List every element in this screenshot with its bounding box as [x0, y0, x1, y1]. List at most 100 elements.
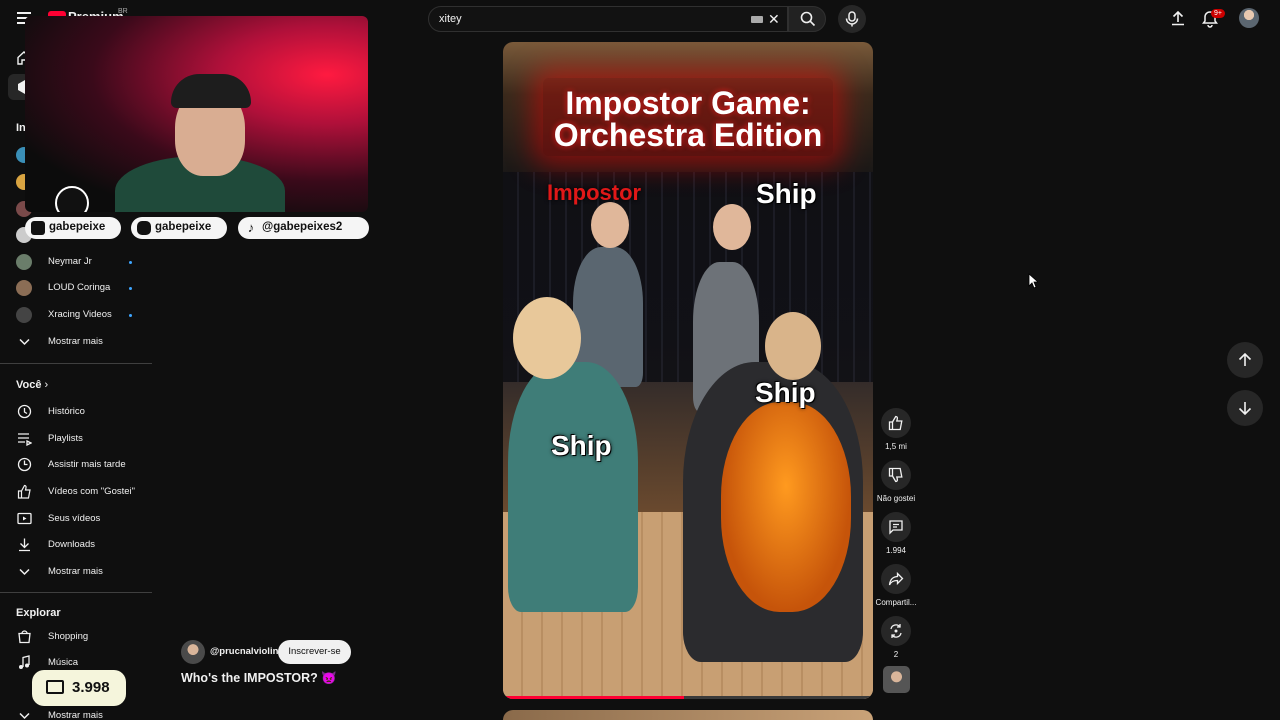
webcam-person-cap [171, 74, 251, 108]
sidebar-item-liked-videos[interactable]: Vídeos com "Gostei" [0, 481, 150, 503]
you-heading[interactable]: Você › [16, 379, 48, 391]
sidebar-item-watch-later[interactable]: Assistir mais tarde [0, 454, 150, 476]
chevron-down-icon [19, 338, 30, 346]
social-handle: gabepeixe [49, 221, 106, 233]
explore-heading: Explorar [16, 607, 61, 619]
ship-label-top: Ship [756, 178, 817, 209]
remix-count: 2 [893, 650, 899, 659]
social-tiktok: ♪ @gabepeixes2 [238, 217, 369, 239]
sidebar-item-label: Shopping [48, 631, 89, 642]
sidebar-item-show-more-explore[interactable]: Mostrar mais [0, 705, 150, 720]
sidebar-item-label: Mostrar mais [48, 710, 103, 720]
share-label: Compartil... [875, 598, 917, 607]
sidebar-divider [0, 363, 152, 364]
search-query[interactable]: xitey [439, 13, 462, 25]
sidebar-item-show-more-you[interactable]: Mostrar mais [0, 561, 150, 583]
new-content-dot [129, 287, 132, 290]
musician-head [513, 297, 581, 379]
sidebar-item-your-videos[interactable]: Seus vídeos [0, 508, 150, 530]
streamer-webcam [25, 16, 368, 212]
sidebar-item-playlists[interactable]: Playlists [0, 428, 150, 450]
next-short-button[interactable] [1227, 390, 1263, 426]
search-icon [800, 11, 816, 27]
instagram-icon [137, 221, 151, 235]
dislike-label: Não gostei [876, 494, 916, 503]
remix-button[interactable] [881, 616, 911, 646]
new-content-dot [129, 314, 132, 317]
sidebar-item-label: Mostrar mais [48, 336, 103, 347]
sidebar-item-label: Neymar Jr [48, 256, 92, 267]
chevron-down-icon [19, 712, 30, 720]
search-button[interactable] [788, 6, 826, 32]
sidebar-item-label: LOUD Coringa [48, 282, 111, 293]
sidebar-item-label: Música [48, 657, 79, 668]
musician-head [765, 312, 821, 380]
channel-avatar [16, 280, 32, 296]
playlists-icon [18, 433, 32, 446]
stream-logo-icon [55, 186, 89, 212]
thumb-up-icon [888, 415, 903, 431]
sidebar-item-label: Assistir mais tarde [48, 459, 126, 470]
notification-badge: 9+ [1211, 9, 1225, 18]
sidebar-item-history[interactable]: Histórico [0, 401, 150, 423]
remix-icon [890, 624, 902, 638]
like-button[interactable] [881, 408, 911, 438]
logo-country-code: BR [118, 8, 128, 15]
ship-label-left: Ship [551, 430, 612, 461]
share-icon [888, 571, 904, 586]
comment-icon [889, 520, 903, 535]
ticket-count: 3.998 [72, 679, 110, 696]
account-avatar[interactable] [1239, 8, 1259, 28]
impostor-label: Impostor [547, 180, 642, 205]
ship-label-middle: Ship [755, 377, 816, 408]
musician-head [591, 202, 629, 248]
social-handle: @gabepeixes2 [262, 221, 343, 233]
previous-short-button[interactable] [1227, 342, 1263, 378]
youtube-icon [31, 221, 45, 235]
sidebar-item-shopping[interactable]: Shopping [0, 626, 150, 648]
cello [721, 402, 851, 612]
arrow-down-icon [1238, 402, 1252, 415]
comments-button[interactable] [881, 512, 911, 542]
clock-icon [17, 457, 32, 472]
search-input[interactable]: xitey ✕ [428, 6, 788, 32]
musician-head [713, 204, 751, 250]
sidebar-item-label: Seus vídeos [48, 513, 101, 524]
channel-avatar [16, 307, 32, 323]
keyboard-icon[interactable] [751, 16, 763, 23]
sidebar-item-neymar-jr[interactable]: Neymar Jr [0, 251, 150, 273]
share-button[interactable] [881, 564, 911, 594]
sidebar-item-xracing-videos[interactable]: Xracing Videos [0, 304, 150, 326]
subscribe-button[interactable]: Inscrever-se [278, 640, 351, 664]
tiktok-icon: ♪ [247, 220, 255, 235]
clear-search-icon[interactable]: ✕ [768, 11, 780, 27]
channel-name[interactable]: @prucnalviolin [210, 646, 278, 657]
new-content-dot [129, 261, 132, 264]
history-icon [17, 404, 32, 419]
arrow-up-icon [1238, 353, 1252, 366]
seated-violinist [508, 362, 638, 612]
sidebar-divider [0, 592, 152, 593]
thumb-down-icon [888, 467, 903, 483]
voice-search-button[interactable] [838, 5, 866, 33]
channel-avatar[interactable] [181, 640, 205, 664]
next-short-preview[interactable] [503, 710, 873, 720]
channel-avatar [16, 254, 32, 270]
video-icon [17, 512, 32, 525]
sidebar-item-label: Playlists [48, 433, 83, 444]
sidebar-item-downloads[interactable]: Downloads [0, 534, 150, 556]
audio-track-thumbnail[interactable] [883, 666, 910, 693]
video-title-line-2: Orchestra Edition [553, 117, 823, 153]
upload-icon[interactable] [1170, 10, 1186, 26]
sidebar-item-loud-coringa[interactable]: LOUD Coringa [0, 277, 150, 299]
social-handle: gabepeixe [155, 221, 212, 233]
dislike-button[interactable] [881, 460, 911, 490]
mouse-cursor-icon [1028, 273, 1038, 289]
shopping-bag-icon [18, 630, 31, 644]
short-video-player[interactable]: Impostor Game: Orchestra Edition Imposto… [503, 42, 873, 699]
ticket-counter: 3.998 [32, 670, 126, 706]
sidebar-item-show-more-subscriptions[interactable]: Mostrar mais [0, 331, 150, 353]
sidebar-item-label: Downloads [48, 539, 95, 550]
video-progress-bar[interactable] [503, 696, 873, 699]
social-youtube: gabepeixe [25, 217, 121, 239]
